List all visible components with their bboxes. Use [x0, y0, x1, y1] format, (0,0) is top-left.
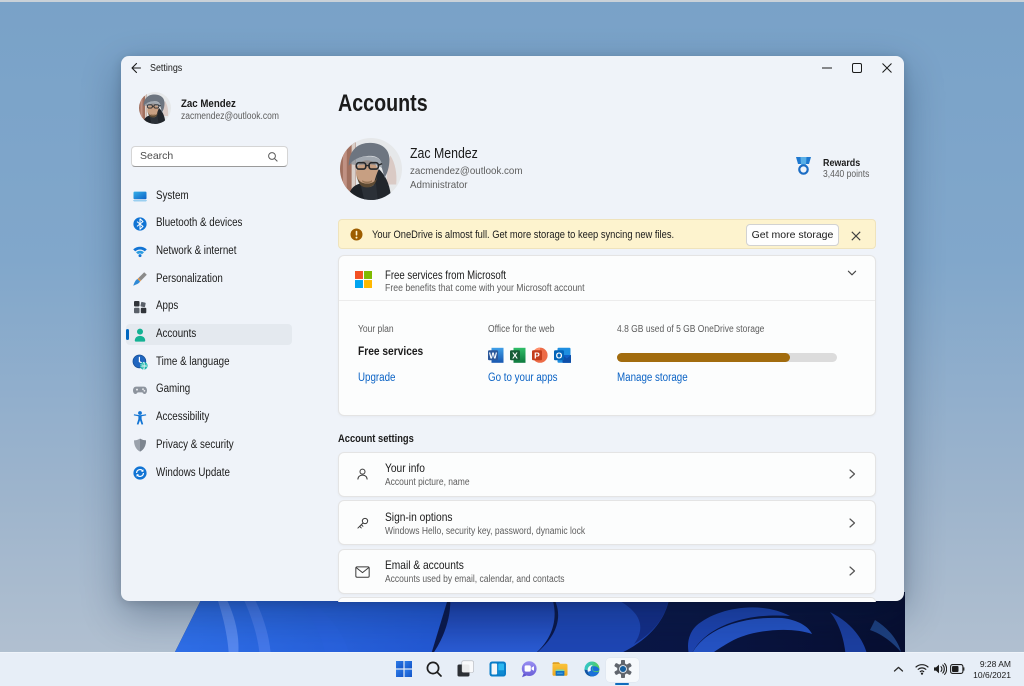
svg-text:P: P: [534, 350, 540, 360]
svg-text:W: W: [489, 350, 498, 360]
svg-text:O: O: [556, 350, 563, 360]
svg-text:X: X: [512, 350, 518, 360]
